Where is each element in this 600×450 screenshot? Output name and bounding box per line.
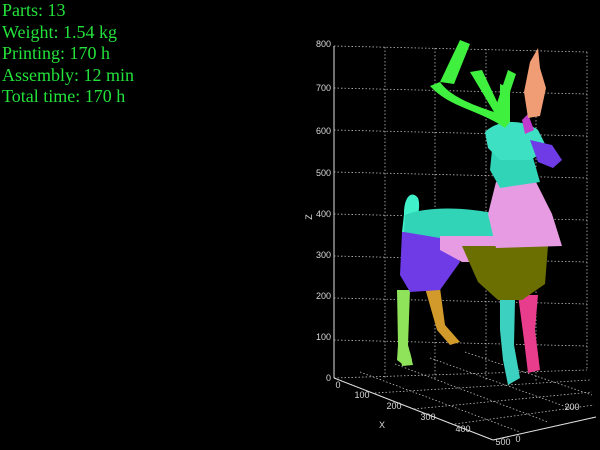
part-back[interactable] (404, 208, 498, 238)
part-lower-torso[interactable] (462, 246, 548, 300)
y-tick: 200 (564, 402, 579, 412)
x-tick: 400 (455, 424, 470, 434)
x-tick: 500 (495, 437, 510, 447)
x-tick: 100 (354, 390, 369, 400)
z-tick: 0 (326, 373, 331, 383)
x-tick: 300 (420, 412, 435, 422)
part-back-left-hoof[interactable] (399, 352, 413, 366)
part-back-right-leg[interactable] (425, 288, 460, 345)
z-axis-ticks: 0 100 200 300 400 500 600 700 800 (316, 39, 331, 383)
z-tick: 200 (316, 291, 331, 301)
z-tick: 500 (316, 168, 331, 178)
z-tick: 700 (316, 83, 331, 93)
z-tick: 400 (316, 209, 331, 219)
part-left-antler-tine[interactable] (440, 40, 470, 84)
y-tick: 0 (515, 434, 520, 444)
x-tick: 200 (386, 401, 401, 411)
part-front-right-leg[interactable] (518, 295, 540, 373)
3d-viewport[interactable]: 0 100 200 300 400 500 600 700 800 Z 0 10… (0, 0, 600, 450)
part-front-left-leg[interactable] (500, 300, 520, 385)
part-chest[interactable] (488, 180, 562, 248)
deer-model[interactable] (397, 40, 562, 385)
z-tick: 600 (316, 126, 331, 136)
x-axis-label: X (379, 420, 385, 430)
part-right-antler[interactable] (524, 48, 546, 118)
x-tick: 0 (335, 380, 340, 390)
z-tick: 100 (316, 332, 331, 342)
z-axis-label: Z (304, 214, 314, 220)
z-tick: 300 (316, 250, 331, 260)
z-tick: 800 (316, 39, 331, 49)
